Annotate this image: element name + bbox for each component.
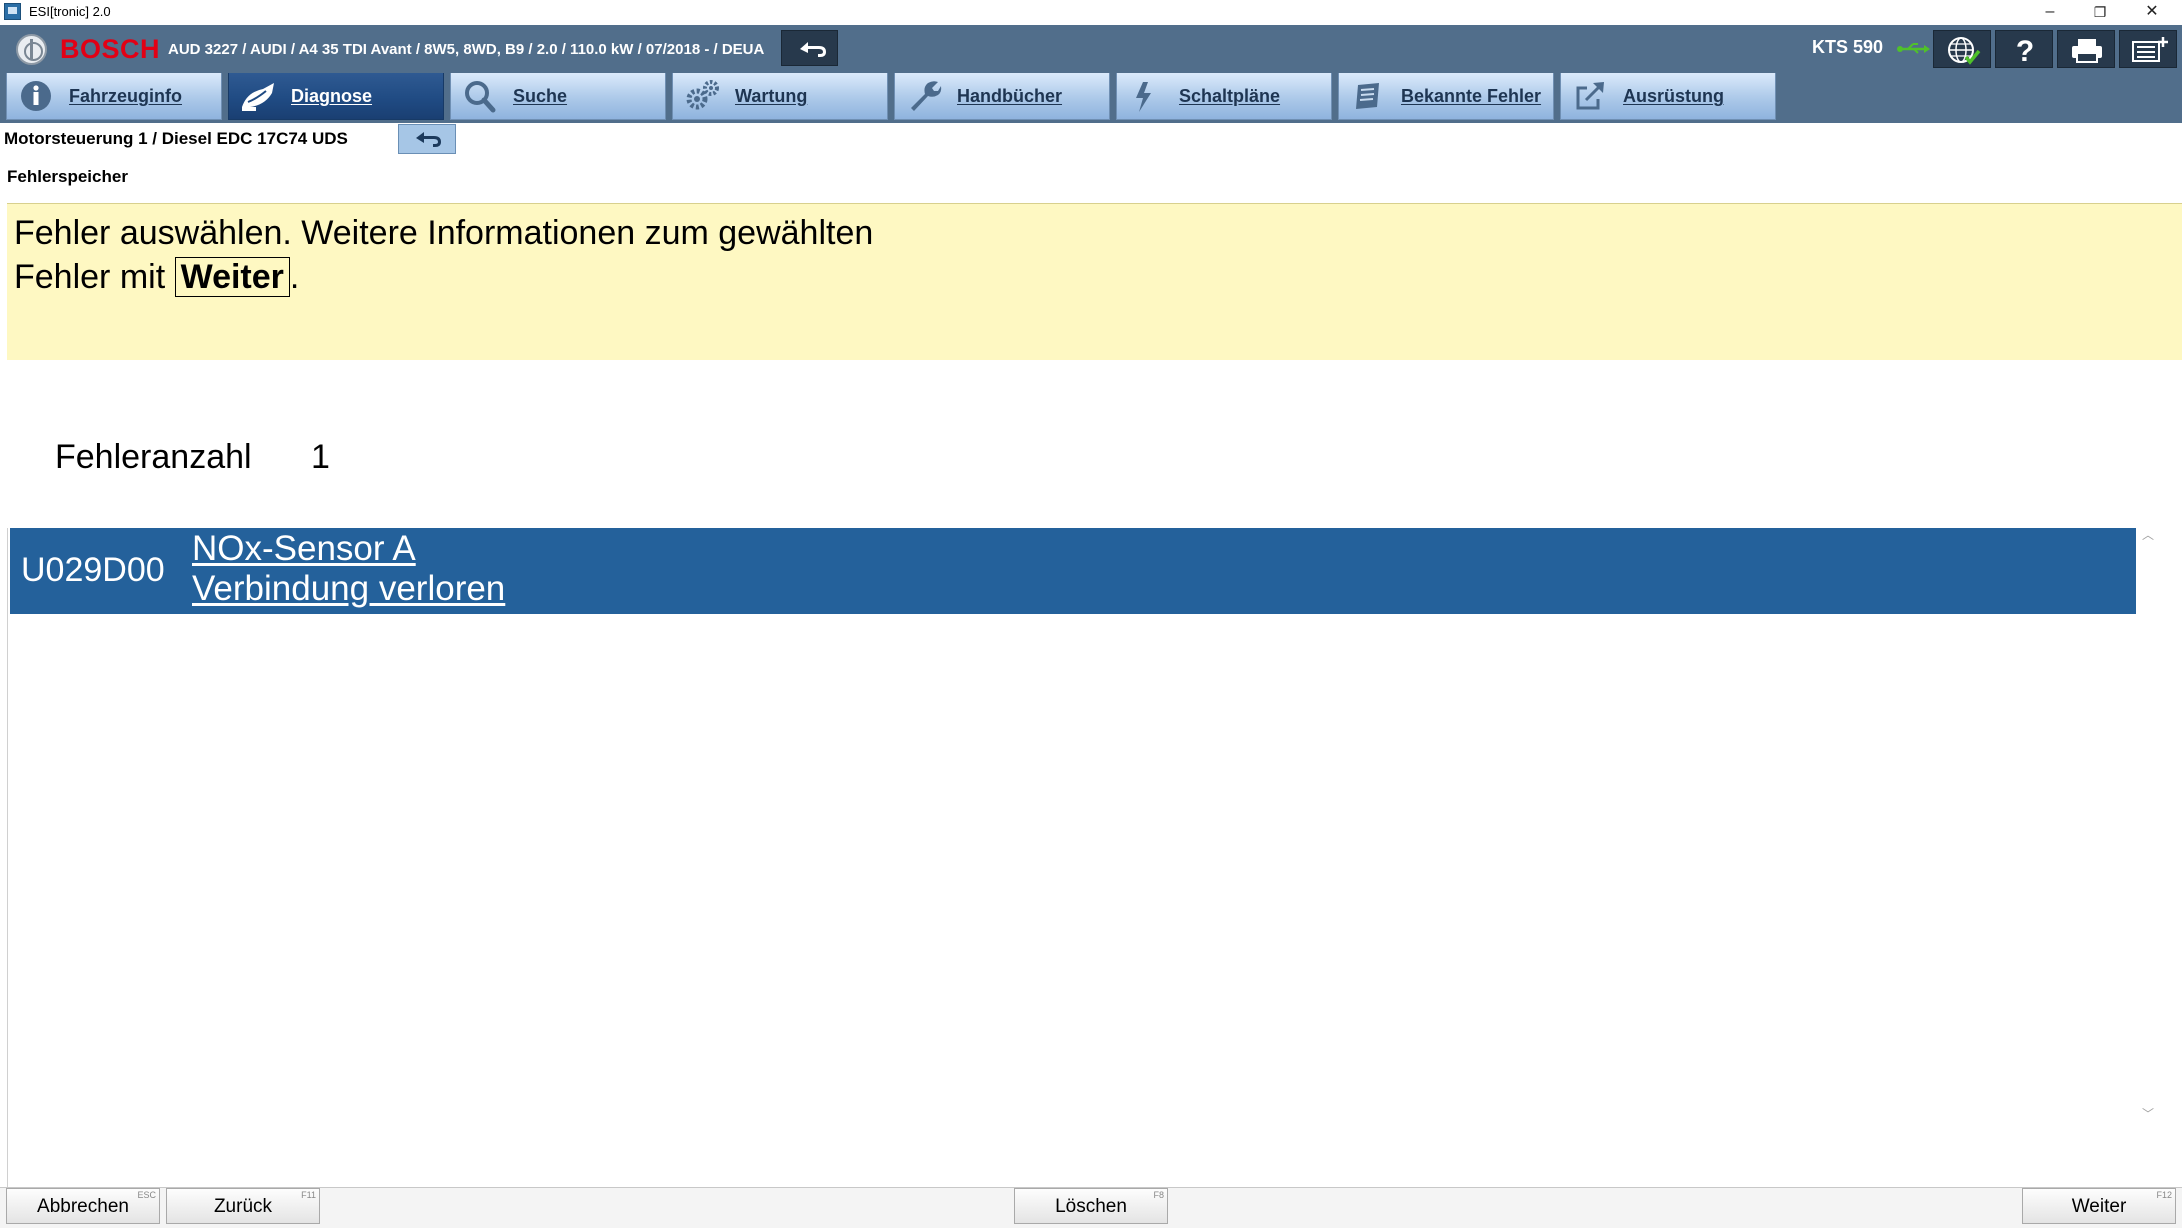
f11-key-hint: F11 (301, 1190, 316, 1200)
zurueck-label: Zurück (213, 1196, 273, 1217)
globe-check-icon (1948, 37, 1981, 65)
tab-bekannte-fehler[interactable]: Bekannte Fehler (1338, 73, 1554, 120)
app-header: BOSCH AUD 3227 / AUDI / A4 35 TDI Avant … (0, 25, 2182, 73)
tab-label: Diagnose (291, 86, 373, 106)
back-arrow-icon (416, 132, 441, 147)
restore-button[interactable]: ❐ (2075, 0, 2125, 25)
abbrechen-label: Abbrechen (37, 1196, 129, 1217)
tab-fahrzeuginfo[interactable]: Fahrzeuginfo (6, 73, 222, 120)
loeschen-button[interactable]: Löschen F8 (1014, 1188, 1168, 1224)
scroll-down-arrow[interactable]: ﹀ (2141, 1107, 2155, 1121)
weiter-button[interactable]: Weiter F12 (2022, 1188, 2176, 1224)
gears-icon (686, 80, 719, 110)
tab-label: Bekannte Fehler (1401, 86, 1542, 106)
minimize-button[interactable]: – (2025, 0, 2075, 25)
lightning-icon (1136, 82, 1151, 112)
online-status-button[interactable] (1933, 30, 1991, 68)
tab-ausruestung[interactable]: Ausrüstung (1560, 73, 1776, 120)
loeschen-label: Löschen (1055, 1196, 1127, 1217)
instruction-text-before: Fehler auswählen. Weitere Informationen … (14, 214, 874, 296)
vehicle-back-button[interactable] (781, 30, 838, 66)
diagnose-icon (242, 83, 274, 111)
external-link-icon (1576, 82, 1604, 110)
vehicle-info: AUD 3227 / AUDI / A4 35 TDI Avant / 8W5,… (168, 41, 765, 58)
fault-count-label: Fehleranzahl (55, 438, 252, 476)
menu-button[interactable] (2119, 30, 2177, 68)
tab-diagnose[interactable]: Diagnose (228, 73, 444, 120)
book-icon (1356, 83, 1379, 109)
fault-row-selected[interactable]: U029D00 NOx-Sensor A Verbindung verloren (10, 528, 2136, 614)
svg-text:?: ? (2016, 35, 2034, 68)
abbrechen-button[interactable]: Abbrechen ESC (6, 1188, 160, 1224)
tab-schaltplaene[interactable]: Schaltpläne (1116, 73, 1332, 120)
window-title-bar: ESI[tronic] 2.0 – ❐ ✕ (0, 0, 2182, 25)
scroll-up-arrow[interactable]: ︿ (2141, 528, 2155, 542)
wrench-icon (911, 81, 942, 111)
f8-key-hint: F8 (1153, 1190, 1164, 1200)
fault-status-link[interactable]: Verbindung verloren (192, 569, 505, 609)
instruction-text-after: . (289, 258, 300, 296)
tab-wartung[interactable]: Wartung (672, 73, 888, 120)
breadcrumb: Motorsteuerung 1 / Diesel EDC 17C74 UDS (4, 129, 348, 148)
help-button[interactable]: ? (1995, 30, 2053, 68)
tab-label: Suche (513, 86, 568, 106)
tab-label: Wartung (735, 86, 808, 106)
print-icon (2072, 39, 2102, 63)
menu-list-icon (2132, 37, 2168, 62)
tab-label: Ausrüstung (1623, 86, 1724, 106)
instruction-text: Fehler auswählen. Weitere Informationen … (14, 211, 914, 299)
close-button[interactable]: ✕ (2127, 0, 2177, 25)
device-name: KTS 590 (1812, 37, 1884, 57)
f12-key-hint: F12 (2156, 1190, 2172, 1200)
window-title: ESI[tronic] 2.0 (29, 4, 111, 19)
search-icon (465, 81, 496, 113)
breadcrumb-back-button[interactable] (398, 124, 456, 154)
fault-count-value: 1 (311, 438, 330, 476)
bosch-logo-icon (16, 34, 47, 65)
print-button[interactable] (2057, 30, 2115, 68)
help-icon: ? (2016, 35, 2034, 68)
zurueck-button[interactable]: Zurück F11 (166, 1188, 320, 1224)
tab-label: Fahrzeuginfo (69, 86, 182, 106)
fault-description-link[interactable]: NOx-Sensor A (192, 529, 416, 569)
fault-code: U029D00 (21, 551, 165, 589)
instruction-panel: Fehler auswählen. Weitere Informationen … (7, 203, 2182, 360)
info-icon (21, 81, 51, 111)
esc-key-hint: ESC (137, 1190, 156, 1200)
usb-connection-icon (1897, 43, 1930, 54)
main-tab-bar: Fahrzeuginfo Diagnose Suche Wartung Hand… (0, 73, 2182, 123)
weiter-label: Weiter (2071, 1196, 2127, 1217)
weiter-key-hint: Weiter (174, 257, 290, 297)
fault-list (7, 528, 2176, 1188)
back-arrow-icon (800, 42, 826, 57)
app-icon (4, 3, 21, 20)
section-title: Fehlerspeicher (7, 167, 128, 186)
tab-label: Schaltpläne (1179, 86, 1281, 106)
tab-handbuecher[interactable]: Handbücher (894, 73, 1110, 120)
tab-label: Handbücher (957, 86, 1063, 106)
brand-name: BOSCH (60, 34, 161, 64)
tab-suche[interactable]: Suche (450, 73, 666, 120)
